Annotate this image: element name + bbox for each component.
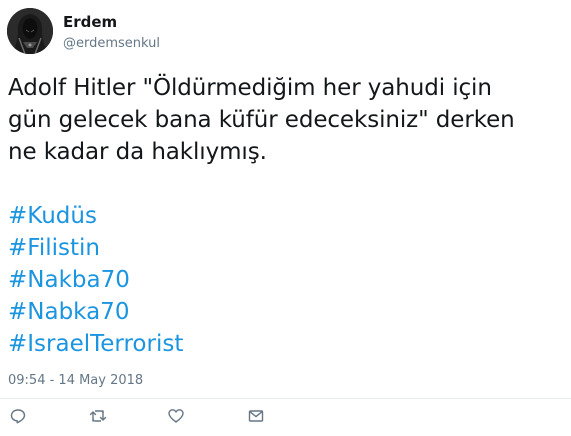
hashtag-link[interactable]: #IsraelTerrorist: [8, 328, 183, 360]
like-button[interactable]: [164, 404, 188, 428]
avatar-image: [7, 8, 53, 54]
reply-button[interactable]: [6, 404, 30, 428]
tweet-timestamp[interactable]: 09:54 - 14 May 2018: [8, 372, 143, 390]
tweet-card: Erdem @erdemsenkul Adolf Hitler "Öldürme…: [0, 0, 571, 436]
envelope-icon: [248, 410, 264, 422]
message-button[interactable]: [244, 404, 268, 428]
hashtag-link[interactable]: #Kudüs: [8, 200, 183, 232]
reply-icon: [10, 409, 26, 424]
hashtag-link[interactable]: #Nakba70: [8, 264, 183, 296]
heart-icon: [168, 409, 184, 423]
hashtag-link[interactable]: #Nabka70: [8, 296, 183, 328]
avatar[interactable]: [7, 8, 53, 54]
divider: [0, 398, 571, 399]
hashtag-link[interactable]: #Filistin: [8, 232, 183, 264]
tweet-text: Adolf Hitler "Öldürmediğim her yahudi iç…: [8, 75, 515, 165]
author-name[interactable]: Erdem: [63, 12, 117, 32]
hashtag-list: #Kudüs #Filistin #Nakba70 #Nabka70 #Isra…: [8, 200, 183, 360]
author-handle[interactable]: @erdemsenkul: [63, 36, 160, 52]
retweet-icon: [89, 410, 107, 422]
tweet-actions: [0, 404, 571, 428]
retweet-button[interactable]: [86, 404, 110, 428]
